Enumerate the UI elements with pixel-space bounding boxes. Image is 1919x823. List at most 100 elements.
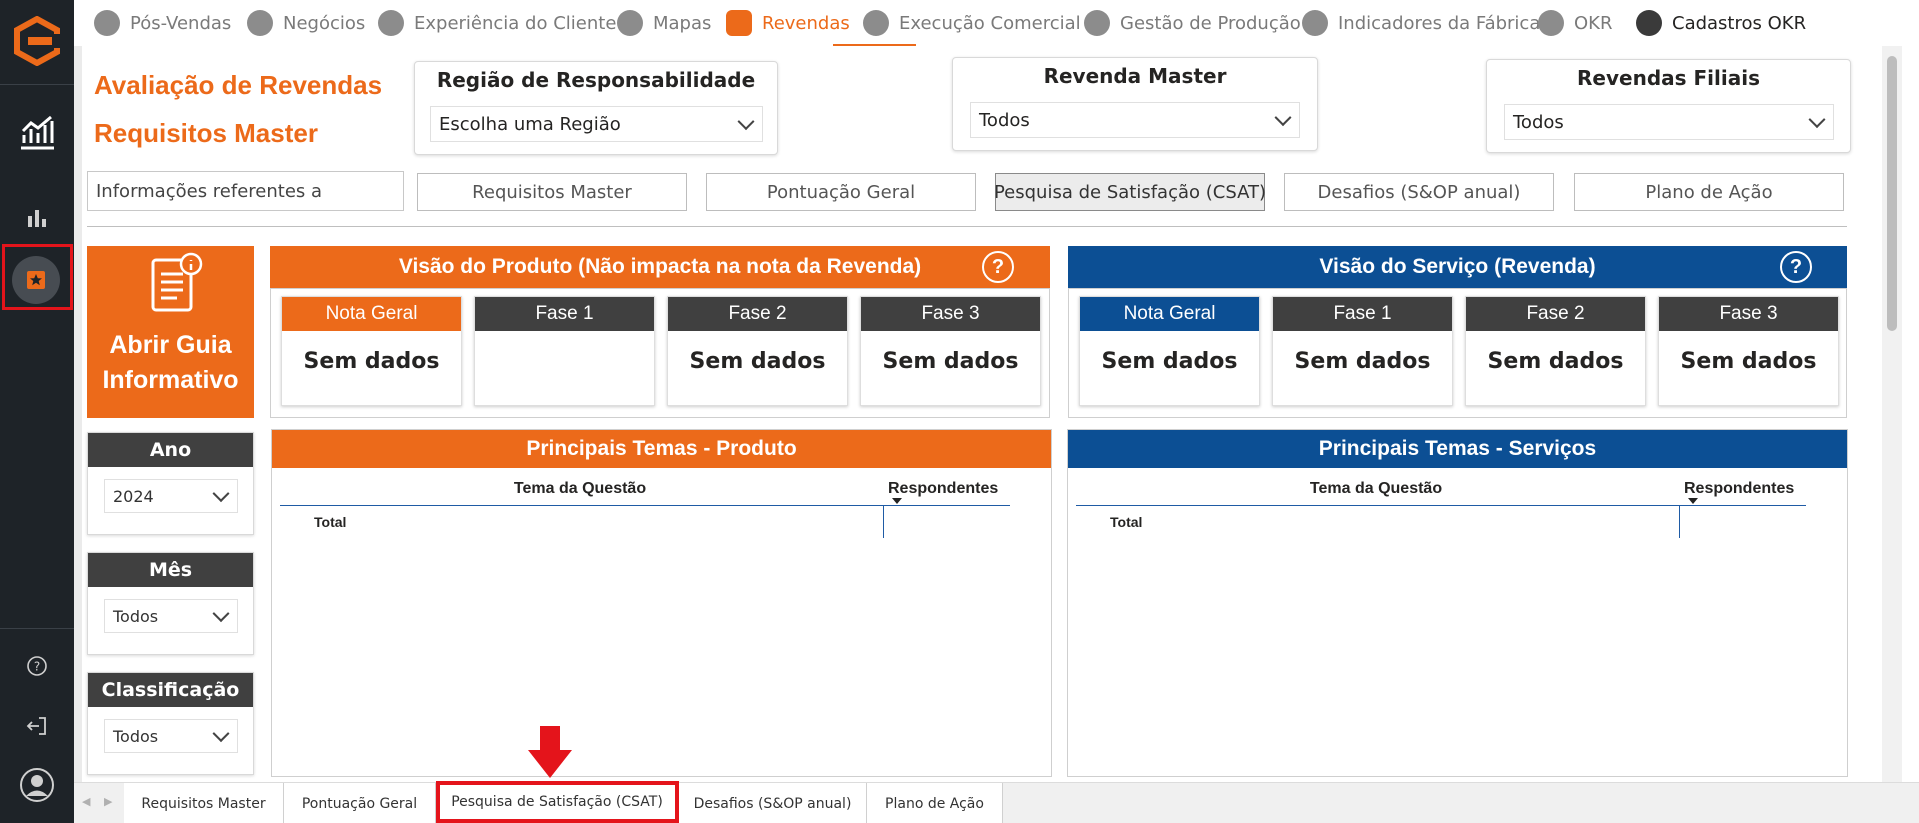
scrollbar-thumb[interactable] — [1887, 56, 1897, 331]
column-header-tema[interactable]: Tema da Questão — [1076, 480, 1676, 498]
nav-item-cadastros-okr[interactable]: Cadastros OKR — [1636, 8, 1806, 38]
svg-text:?: ? — [34, 660, 40, 674]
dropdown-value: Todos — [979, 109, 1030, 131]
servico-header-label: Visão do Serviço (Revenda) — [1319, 255, 1596, 278]
table-header: Tema da Questão Respondentes — [1076, 474, 1806, 506]
divider-line — [87, 226, 1847, 227]
nav-item-okr[interactable]: OKR — [1538, 8, 1612, 38]
nav-item-mapas[interactable]: Mapas — [617, 8, 711, 38]
document-info-icon — [151, 252, 203, 312]
tab-pontuacao-geral[interactable]: Pontuação Geral — [706, 173, 976, 211]
guide-label: Abrir Guia Informativo — [102, 331, 239, 394]
sort-desc-icon[interactable] — [892, 498, 902, 504]
column-divider — [1679, 506, 1680, 538]
regiao-dropdown[interactable]: Escolha uma Região — [430, 106, 763, 142]
info-label: Informações referentes a — [87, 171, 404, 211]
nav-label: Cadastros OKR — [1672, 12, 1807, 34]
temas-servicos-panel: Principais Temas - Serviços Tema da Ques… — [1067, 429, 1848, 777]
prev-page-icon[interactable]: ◀ — [82, 795, 90, 808]
map-person-icon — [617, 10, 643, 36]
sidebar-divider — [0, 84, 74, 85]
help-circle-icon[interactable]: ? — [1780, 251, 1812, 283]
tab-desafios[interactable]: Desafios (S&OP anual) — [1284, 173, 1554, 211]
temas-servicos-title: Principais Temas - Serviços — [1068, 430, 1847, 468]
page-tab-requisitos-master[interactable]: Requisitos Master — [124, 783, 284, 823]
analytics-icon[interactable] — [17, 112, 57, 152]
nav-item-pos-vendas[interactable]: Pós-Vendas — [94, 8, 231, 38]
ano-dropdown[interactable]: 2024 — [104, 479, 238, 513]
kpi-value: Sem dados — [1680, 349, 1817, 374]
tab-plano-acao[interactable]: Plano de Ação — [1574, 173, 1844, 211]
top-navigation: Pós-Vendas Negócios Experiência do Clien… — [74, 0, 1919, 46]
bar-chart-icon[interactable] — [17, 197, 57, 237]
servico-kpi-fase-2: Fase 2 Sem dados — [1465, 296, 1646, 406]
temas-produto-title: Principais Temas - Produto — [272, 430, 1051, 468]
nav-item-negocios[interactable]: Negócios — [247, 8, 365, 38]
revendas-filiais-dropdown[interactable]: Todos — [1504, 104, 1834, 140]
active-tab-highlight — [436, 781, 679, 823]
logout-icon[interactable] — [17, 706, 57, 746]
produto-kpi-nota-geral: Nota Geral Sem dados — [281, 296, 462, 406]
handshake-icon — [247, 10, 273, 36]
factory-person-icon — [1084, 10, 1110, 36]
tab-pesquisa-satisfacao[interactable]: Pesquisa de Satisfação (CSAT) — [994, 173, 1266, 211]
sort-desc-icon[interactable] — [1688, 498, 1698, 504]
nav-item-revendas[interactable]: Revendas — [726, 8, 850, 38]
table-header: Tema da Questão Respondentes — [280, 474, 1010, 506]
page-tab-pontuacao-geral[interactable]: Pontuação Geral — [284, 783, 436, 823]
vertical-scrollbar[interactable] — [1882, 46, 1902, 782]
produto-kpi-fase-1: Fase 1 — [474, 296, 655, 406]
nav-item-experiencia-cliente[interactable]: Experiência do Cliente — [378, 8, 616, 38]
classificacao-dropdown[interactable]: Todos — [104, 719, 238, 753]
kpi-value: Sem dados — [1487, 349, 1624, 374]
produto-kpi-fase-3: Fase 3 Sem dados — [860, 296, 1041, 406]
column-header-tema[interactable]: Tema da Questão — [280, 480, 880, 498]
revenda-master-dropdown[interactable]: Todos — [970, 102, 1300, 138]
page-tab-desafios[interactable]: Desafios (S&OP anual) — [679, 783, 867, 823]
favorites-button[interactable] — [12, 256, 60, 304]
slicer-title: Classificação — [88, 673, 253, 707]
app-logo-icon[interactable] — [12, 15, 62, 67]
nav-label: Indicadores da Fábrica — [1338, 12, 1541, 34]
mes-dropdown[interactable]: Todos — [104, 599, 238, 633]
kpi-label: Nota Geral — [282, 297, 461, 331]
table-row: Total — [1076, 506, 1806, 538]
temas-servicos-table: Tema da Questão Respondentes Total — [1076, 474, 1806, 538]
user-avatar-icon[interactable] — [17, 765, 57, 805]
kpi-label: Fase 3 — [1659, 297, 1838, 331]
servico-kpi-fase-1: Fase 1 Sem dados — [1272, 296, 1453, 406]
column-header-respondentes[interactable]: Respondentes — [888, 480, 998, 498]
kpi-value: Sem dados — [303, 349, 440, 374]
help-circle-icon[interactable]: ? — [982, 251, 1014, 283]
slicer-title: Revenda Master — [1043, 64, 1227, 88]
page-tab-plano-acao[interactable]: Plano de Ação — [867, 783, 1003, 823]
column-header-respondentes[interactable]: Respondentes — [1684, 480, 1794, 498]
nav-item-indicadores-fabrica[interactable]: Indicadores da Fábrica — [1302, 8, 1540, 38]
tab-requisitos-master[interactable]: Requisitos Master — [417, 173, 687, 211]
nav-item-execucao-comercial[interactable]: Execução Comercial — [863, 8, 1081, 38]
slicer-title: Ano — [88, 433, 253, 467]
kpi-value: Sem dados — [1294, 349, 1431, 374]
chevron-down-icon — [1808, 111, 1826, 129]
total-label: Total — [1110, 514, 1143, 530]
revendas-filiais-slicer: Revendas Filiais Todos — [1486, 59, 1851, 153]
nav-item-gestao-producao[interactable]: Gestão de Produção — [1084, 8, 1301, 38]
servico-kpi-fase-3: Fase 3 Sem dados — [1658, 296, 1839, 406]
nav-label: Mapas — [653, 12, 712, 34]
person-icon — [94, 10, 120, 36]
clock-icon — [863, 10, 889, 36]
servico-header: Visão do Serviço (Revenda) ? — [1068, 246, 1847, 288]
column-divider — [883, 506, 884, 538]
nav-label: Execução Comercial — [899, 12, 1081, 34]
kpi-label: Fase 1 — [475, 297, 654, 331]
person-icon — [378, 10, 404, 36]
nav-label: OKR — [1574, 12, 1613, 34]
help-icon[interactable]: ? — [17, 646, 57, 686]
temas-produto-panel: Principais Temas - Produto Tema da Quest… — [271, 429, 1052, 777]
next-page-icon[interactable]: ▶ — [104, 795, 112, 808]
slicer-title: Região de Responsabilidade — [436, 68, 756, 92]
target-icon — [1538, 10, 1564, 36]
open-guide-button[interactable]: Abrir Guia Informativo — [87, 246, 254, 418]
store-icon — [726, 10, 752, 36]
page-tabs-bar: ◀ ▶ Requisitos Master Pontuação Geral Pe… — [74, 782, 1919, 823]
